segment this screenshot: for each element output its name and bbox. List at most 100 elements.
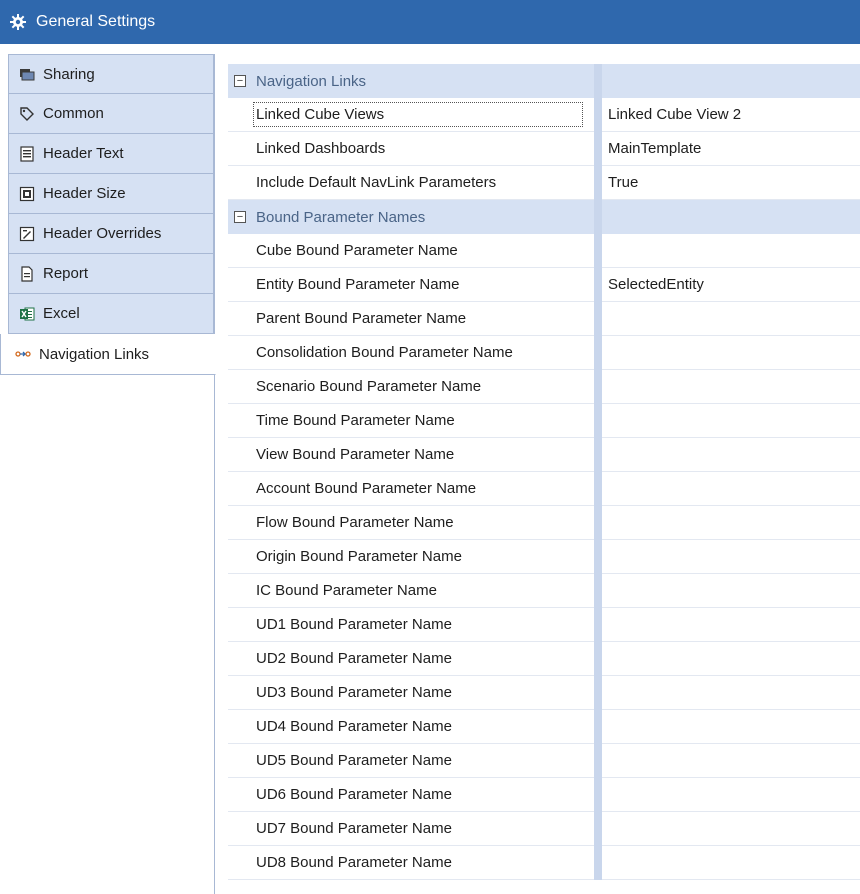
property-row[interactable]: Parent Bound Parameter Name <box>228 302 860 336</box>
property-row[interactable]: UD3 Bound Parameter Name <box>228 676 860 710</box>
splitter[interactable] <box>594 472 602 506</box>
report-icon <box>19 265 35 282</box>
tab-navigation-links[interactable]: Navigation Links <box>0 334 216 375</box>
window-title: General Settings <box>36 13 156 30</box>
splitter[interactable] <box>594 438 602 472</box>
property-row[interactable]: Flow Bound Parameter Name <box>228 506 860 540</box>
header-size-icon <box>19 186 35 202</box>
property-value[interactable] <box>602 846 860 880</box>
splitter[interactable] <box>594 200 602 234</box>
property-value[interactable] <box>602 812 860 846</box>
property-row[interactable]: UD5 Bound Parameter Name <box>228 744 860 778</box>
splitter[interactable] <box>594 64 602 98</box>
property-row[interactable]: Consolidation Bound Parameter Name <box>228 336 860 370</box>
property-name: UD6 Bound Parameter Name <box>228 778 594 812</box>
property-row[interactable]: Time Bound Parameter Name <box>228 404 860 438</box>
property-value[interactable] <box>602 778 860 812</box>
tab-label: Header Size <box>43 185 126 202</box>
splitter[interactable] <box>594 744 602 778</box>
property-row[interactable]: Linked Dashboards MainTemplate <box>228 132 860 166</box>
splitter[interactable] <box>594 268 602 302</box>
splitter[interactable] <box>594 642 602 676</box>
title-bar: General Settings <box>0 0 860 44</box>
splitter[interactable] <box>594 574 602 608</box>
sharing-icon <box>19 66 35 82</box>
category-navigation-links[interactable]: − Navigation Links <box>228 64 860 98</box>
splitter[interactable] <box>594 710 602 744</box>
property-row[interactable]: Entity Bound Parameter Name SelectedEntit… <box>228 268 860 302</box>
tab-sharing[interactable]: Sharing <box>8 54 214 94</box>
property-row[interactable]: UD2 Bound Parameter Name <box>228 642 860 676</box>
splitter[interactable] <box>594 676 602 710</box>
property-value[interactable]: MainTemplate <box>602 132 860 166</box>
tab-header-text[interactable]: Header Text <box>8 134 214 174</box>
collapse-icon[interactable]: − <box>234 211 246 223</box>
splitter[interactable] <box>594 370 602 404</box>
property-row[interactable]: UD6 Bound Parameter Name <box>228 778 860 812</box>
property-value[interactable]: Linked Cube View 2 <box>602 98 860 132</box>
property-name: Scenario Bound Parameter Name <box>228 370 594 404</box>
property-value[interactable]: SelectedEntity <box>602 268 860 302</box>
splitter[interactable] <box>594 540 602 574</box>
splitter[interactable] <box>594 132 602 166</box>
navigation-links-icon <box>15 346 31 362</box>
tab-report[interactable]: Report <box>8 254 214 294</box>
property-name: Account Bound Parameter Name <box>228 472 594 506</box>
property-name: UD5 Bound Parameter Name <box>228 744 594 778</box>
splitter[interactable] <box>594 336 602 370</box>
tab-common[interactable]: Common <box>8 94 214 134</box>
tab-label: Navigation Links <box>39 345 150 363</box>
property-row[interactable]: Cube Bound Parameter Name <box>228 234 860 268</box>
splitter[interactable] <box>594 404 602 438</box>
property-row[interactable]: Origin Bound Parameter Name <box>228 540 860 574</box>
splitter[interactable] <box>594 234 602 268</box>
property-name: Time Bound Parameter Name <box>228 404 594 438</box>
property-name: View Bound Parameter Name <box>228 438 594 472</box>
property-row[interactable]: UD1 Bound Parameter Name <box>228 608 860 642</box>
property-value[interactable] <box>602 506 860 540</box>
tab-header-overrides[interactable]: Header Overrides <box>8 214 214 254</box>
property-row[interactable]: Scenario Bound Parameter Name <box>228 370 860 404</box>
property-row[interactable]: Linked Cube Views Linked Cube View 2 <box>228 98 860 132</box>
property-value[interactable] <box>602 370 860 404</box>
tab-excel[interactable]: Excel <box>8 294 214 334</box>
splitter[interactable] <box>594 608 602 642</box>
collapse-icon[interactable]: − <box>234 75 246 87</box>
splitter[interactable] <box>594 98 602 132</box>
splitter[interactable] <box>594 778 602 812</box>
property-row[interactable]: View Bound Parameter Name <box>228 438 860 472</box>
property-row[interactable]: IC Bound Parameter Name <box>228 574 860 608</box>
property-value[interactable] <box>602 404 860 438</box>
property-value[interactable] <box>602 642 860 676</box>
property-value[interactable] <box>602 608 860 642</box>
splitter[interactable] <box>594 506 602 540</box>
property-name: Linked Cube Views <box>253 102 583 127</box>
property-row[interactable]: Account Bound Parameter Name <box>228 472 860 506</box>
tab-header-size[interactable]: Header Size <box>8 174 214 214</box>
property-value[interactable] <box>602 302 860 336</box>
splitter[interactable] <box>594 812 602 846</box>
property-value[interactable] <box>602 744 860 778</box>
property-name: UD3 Bound Parameter Name <box>228 676 594 710</box>
splitter[interactable] <box>594 166 602 200</box>
tab-label: Header Overrides <box>43 225 162 242</box>
property-value[interactable] <box>602 438 860 472</box>
property-value[interactable] <box>602 234 860 268</box>
property-value[interactable] <box>602 676 860 710</box>
property-row[interactable]: UD8 Bound Parameter Name <box>228 846 860 880</box>
property-value[interactable]: True <box>602 166 860 200</box>
property-value[interactable] <box>602 472 860 506</box>
splitter[interactable] <box>594 302 602 336</box>
splitter[interactable] <box>594 846 602 880</box>
property-name: Flow Bound Parameter Name <box>228 506 594 540</box>
property-value[interactable] <box>602 710 860 744</box>
tab-label: Report <box>43 265 89 282</box>
property-row[interactable]: UD7 Bound Parameter Name <box>228 812 860 846</box>
property-value[interactable] <box>602 336 860 370</box>
category-bound-parameter-names[interactable]: − Bound Parameter Names <box>228 200 860 234</box>
property-value[interactable] <box>602 540 860 574</box>
property-row[interactable]: Include Default NavLink Parameters True <box>228 166 860 200</box>
property-name: Consolidation Bound Parameter Name <box>228 336 594 370</box>
property-value[interactable] <box>602 574 860 608</box>
property-row[interactable]: UD4 Bound Parameter Name <box>228 710 860 744</box>
